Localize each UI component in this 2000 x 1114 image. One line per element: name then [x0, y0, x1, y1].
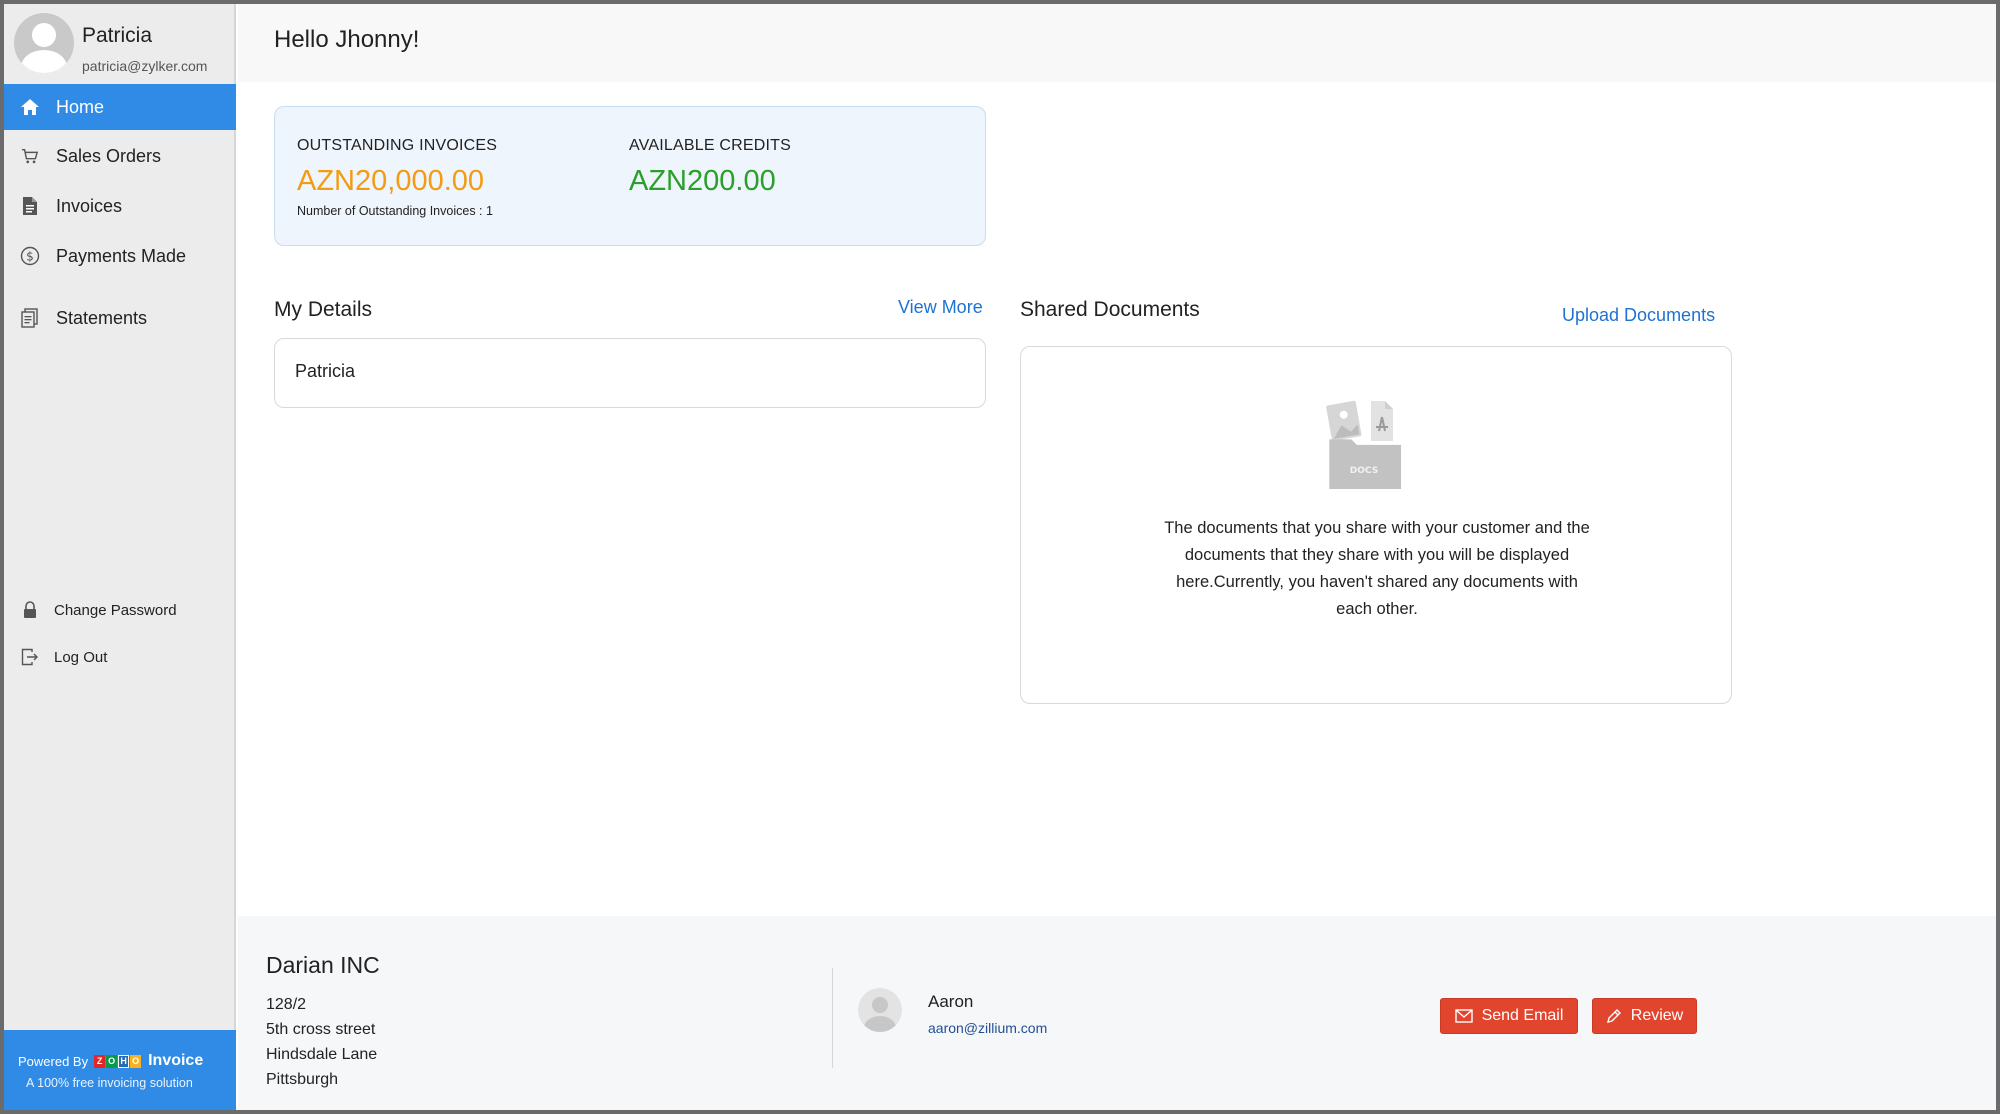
- sidebar-item-label: Log Out: [54, 648, 108, 666]
- empty-documents-message: The documents that you share with your c…: [1164, 519, 1590, 618]
- docs-folder-label: DOCS: [1350, 466, 1378, 476]
- review-button[interactable]: Review: [1592, 998, 1697, 1034]
- sidebar-item-label: Sales Orders: [56, 145, 162, 166]
- home-icon: [20, 97, 40, 117]
- address-line: Hindsdale Lane: [266, 1046, 378, 1063]
- footer-divider: [832, 968, 833, 1068]
- contact-name: Aaron: [928, 992, 974, 1011]
- details-name: Patricia: [295, 361, 356, 381]
- sidebar-item-payments-made[interactable]: $ Payments Made: [4, 233, 236, 279]
- dollar-circle-icon: $: [20, 246, 40, 266]
- svg-text:$: $: [26, 250, 34, 264]
- credits-label: AVAILABLE CREDITS: [629, 137, 791, 154]
- credits-value: AZN200.00: [629, 165, 776, 197]
- outstanding-invoices[interactable]: OUTSTANDING INVOICES AZN20,000.00 Number…: [297, 137, 497, 218]
- address-line: 128/2: [266, 996, 307, 1013]
- sidebar-item-label: Payments Made: [56, 245, 187, 266]
- pencil-icon: [1606, 1008, 1622, 1024]
- sidebar-item-label: Invoices: [56, 195, 123, 216]
- cart-icon: [20, 146, 40, 166]
- outstanding-label: OUTSTANDING INVOICES: [297, 137, 498, 154]
- sidebar-item-statements[interactable]: Statements: [4, 295, 236, 341]
- powered-product: Invoice: [148, 1052, 204, 1069]
- contact-email[interactable]: aaron@zillium.com: [928, 1020, 1047, 1036]
- summary-card: OUTSTANDING INVOICES AZN20,000.00 Number…: [274, 106, 986, 246]
- organization-name: Darian INC: [266, 952, 380, 978]
- my-details-title: My Details: [274, 298, 373, 321]
- sidebar-item-sales-orders[interactable]: Sales Orders: [4, 133, 236, 179]
- greeting: Hello Jhonny!: [274, 26, 420, 53]
- profile-name: Patricia: [82, 24, 153, 47]
- sidebar-item-label: Home: [56, 96, 105, 117]
- profile-header[interactable]: Patricia patricia@zylker.com: [4, 4, 236, 82]
- docs-folder-icon: DOCS: [1321, 397, 1407, 493]
- app-window: Patricia patricia@zylker.com Home Sales …: [0, 0, 2000, 1114]
- zoho-logo: Z O H O: [94, 1054, 142, 1068]
- logout-icon: [20, 647, 40, 667]
- main-content: Hello Jhonny! OUTSTANDING INVOICES AZN20…: [238, 4, 1996, 1110]
- envelope-icon: [1454, 1009, 1473, 1023]
- view-more-link[interactable]: View More: [898, 297, 983, 318]
- powered-tagline: A 100% free invoicing solution: [26, 1076, 193, 1090]
- powered-by-label: Powered By: [18, 1053, 89, 1069]
- organization-footer: Darian INC 128/2 5th cross street Hindsd…: [238, 916, 1996, 1110]
- sidebar-item-log-out[interactable]: Log Out: [4, 638, 236, 676]
- upload-documents-link[interactable]: Upload Documents: [1562, 305, 1715, 326]
- sidebar-item-invoices[interactable]: Invoices: [4, 183, 236, 229]
- outstanding-count: Number of Outstanding Invoices : 1: [297, 204, 493, 218]
- address-line: 5th cross street: [266, 1021, 376, 1038]
- lock-icon: [20, 600, 40, 620]
- available-credits[interactable]: AVAILABLE CREDITS AZN200.00: [629, 137, 791, 198]
- powered-by-banner[interactable]: Powered By Z O H O Invoice A 100% free i…: [4, 1030, 236, 1110]
- send-email-button[interactable]: Send Email: [1440, 998, 1578, 1034]
- sidebar-item-label: Change Password: [54, 601, 177, 619]
- contact-avatar: [858, 988, 902, 1032]
- sidebar-item-change-password[interactable]: Change Password: [4, 591, 236, 629]
- my-details-card: Patricia: [274, 338, 986, 408]
- organization-address: 128/2 5th cross street Hindsdale Lane Pi…: [266, 992, 377, 1092]
- sidebar: Patricia patricia@zylker.com Home Sales …: [4, 4, 236, 1110]
- sidebar-item-home[interactable]: Home: [4, 84, 236, 130]
- avatar: [14, 13, 74, 73]
- invoice-icon: [20, 196, 40, 216]
- top-bar: Hello Jhonny!: [238, 4, 1996, 82]
- shared-documents-title: Shared Documents: [1020, 298, 1200, 321]
- outstanding-value: AZN20,000.00: [297, 165, 485, 197]
- profile-email: patricia@zylker.com: [82, 58, 208, 74]
- sidebar-item-label: Statements: [56, 307, 148, 328]
- statement-icon: [20, 308, 40, 328]
- address-line: Pittsburgh: [266, 1071, 339, 1088]
- review-label: Review: [1630, 1007, 1684, 1024]
- shared-documents-card: DOCS The documents that you share with y…: [1020, 346, 1732, 704]
- send-email-label: Send Email: [1481, 1007, 1564, 1024]
